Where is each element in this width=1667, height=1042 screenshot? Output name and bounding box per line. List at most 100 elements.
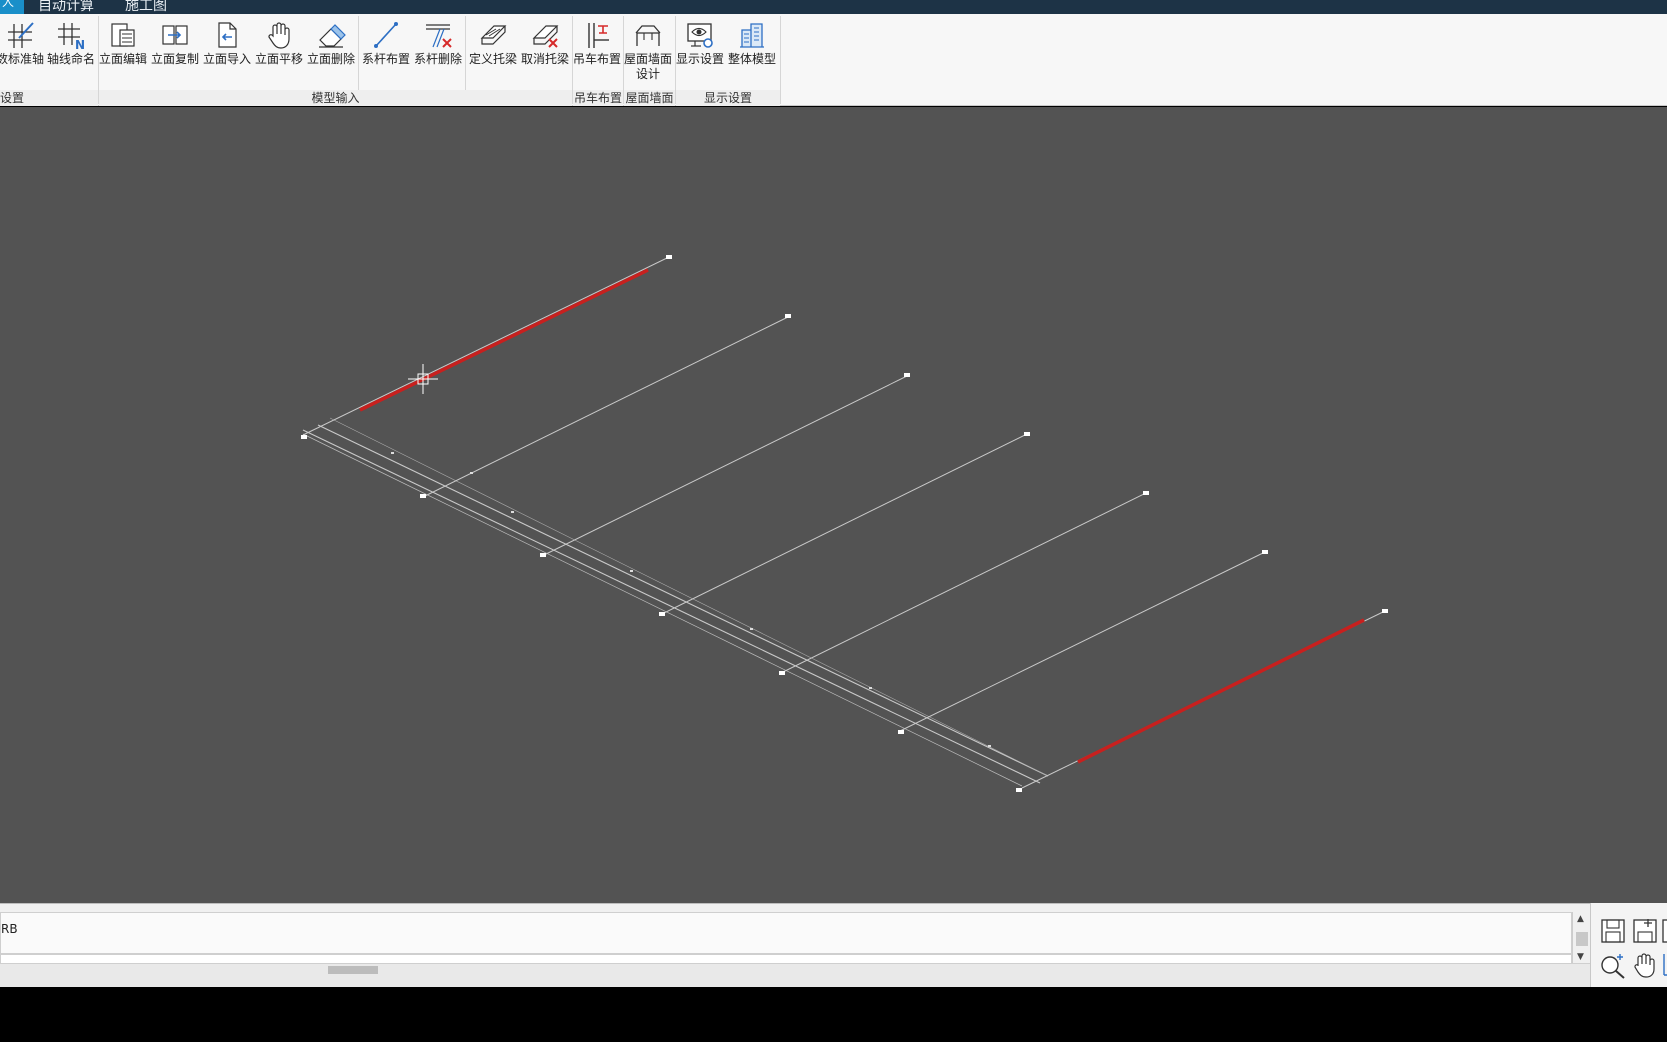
save-as-icon [1633, 919, 1657, 943]
elevation-copy-icon [162, 25, 188, 45]
elevation-edit-icon [111, 23, 135, 47]
frame-line-1 [302, 256, 670, 436]
selected-member-left[interactable] [359, 268, 649, 412]
crane-place-button[interactable]: 吊车布置 [572, 18, 622, 82]
tick [750, 628, 753, 630]
screen-bottom-edge [0, 987, 1667, 1042]
roof-wall-label: 屋面墙面 [623, 52, 672, 66]
node [301, 435, 307, 439]
frame-line-3 [541, 375, 908, 557]
group-model-input-label: 模型输入 [99, 90, 572, 106]
axis-standard-button[interactable]: 数标准轴 [0, 18, 45, 82]
tab-auto-calc[interactable]: 自动计算 [38, 0, 94, 14]
elevation-import-button[interactable]: 立面导入 [202, 18, 252, 82]
define-beam-label: 定义托梁 [468, 52, 517, 66]
node [1262, 550, 1268, 554]
extra-tool-button[interactable] [1661, 917, 1667, 945]
frame-line-6 [899, 551, 1266, 732]
tie-rod-delete-button[interactable]: 系杆删除 [413, 18, 463, 82]
axis-name-icon: N [58, 23, 85, 50]
axis-standard-label: 数标准轴 [0, 52, 44, 66]
node [540, 553, 546, 557]
cancel-beam-icon [532, 25, 559, 48]
pan-button[interactable] [1631, 951, 1659, 979]
main-beam-line [302, 429, 1041, 784]
elevation-delete-button[interactable]: 立面删除 [306, 18, 356, 82]
tick [869, 687, 872, 689]
elevation-copy-button[interactable]: 立面复制 [150, 18, 200, 82]
node [904, 373, 910, 377]
node [898, 730, 904, 734]
crane-place-label: 吊车布置 [572, 52, 621, 66]
whole-model-label: 整体模型 [727, 52, 776, 66]
command-area: RB ▲ ▼ [0, 903, 1590, 964]
roof-wall-design-button[interactable]: 屋面墙面 设计 [623, 18, 673, 82]
define-beam-icon [480, 25, 507, 45]
define-beam-button[interactable]: 定义托梁 [468, 18, 518, 82]
command-history: RB [0, 912, 1572, 954]
frame-line-4 [661, 433, 1028, 615]
zoom-extent-icon [1663, 954, 1667, 976]
tie-rod-delete-icon [426, 24, 452, 48]
cancel-beam-button[interactable]: 取消托梁 [520, 18, 570, 82]
horizontal-scroll-thumb[interactable] [328, 966, 378, 974]
tie-rod-place-button[interactable]: 系杆布置 [361, 18, 411, 82]
command-history-text: RB [1, 922, 18, 936]
window-icon [1662, 919, 1667, 943]
group-display-label: 显示设置 [676, 90, 780, 106]
cancel-beam-label: 取消托梁 [520, 52, 569, 66]
zoom-icon [1601, 954, 1625, 979]
command-scrollbar[interactable]: ▲ ▼ [1572, 912, 1590, 964]
svg-text:N: N [75, 38, 85, 50]
save-icon [1601, 919, 1625, 943]
elevation-pan-button[interactable]: 立面平移 [254, 18, 304, 82]
node [779, 671, 785, 675]
display-settings-button[interactable]: 显示设置 [675, 18, 725, 82]
save-button[interactable] [1599, 917, 1627, 945]
hand-icon [1634, 953, 1655, 978]
main-beam-line [329, 417, 1049, 777]
elevation-import-label: 立面导入 [202, 52, 251, 66]
scroll-down-icon[interactable]: ▼ [1577, 952, 1584, 962]
node [666, 255, 672, 259]
node [659, 612, 665, 616]
frame-line-5 [780, 492, 1147, 674]
status-bar [0, 963, 1590, 987]
tick [988, 745, 991, 747]
tab-construction-drawing[interactable]: 施工图 [125, 0, 167, 14]
elevation-pan-label: 立面平移 [254, 52, 303, 66]
tab-home-label: 人 [2, 0, 15, 9]
tab-home[interactable]: 人 [0, 0, 24, 14]
roof-wall-icon [635, 25, 661, 46]
model-viewport[interactable] [0, 107, 1667, 903]
scroll-thumb[interactable] [1576, 932, 1588, 946]
axis-name-label: 轴线命名 [46, 52, 95, 66]
crane-place-icon [588, 23, 609, 48]
separator [780, 16, 781, 104]
group-roof-wall-label: 屋面墙面 [624, 90, 675, 106]
tick [391, 452, 394, 454]
model-wireframe [301, 255, 1388, 792]
zoom-button[interactable] [1599, 951, 1627, 979]
node [1382, 609, 1388, 613]
scroll-up-icon[interactable]: ▲ [1577, 914, 1584, 924]
main-beam-line [302, 433, 1023, 787]
group-crane-label: 吊车布置 [573, 90, 623, 106]
zoom-extent-button[interactable] [1661, 951, 1667, 979]
crosshair-cursor [408, 364, 438, 394]
tie-rod-place-icon [374, 22, 398, 48]
tick [511, 511, 514, 513]
elevation-import-icon [218, 22, 237, 48]
selected-member-right[interactable] [1077, 618, 1365, 764]
tick [470, 472, 473, 474]
menu-bar: 人 自动计算 施工图 [0, 0, 1667, 14]
axis-name-button[interactable]: N 轴线命名 [46, 18, 96, 82]
elevation-delete-label: 立面删除 [306, 52, 355, 66]
elevation-edit-button[interactable]: 立面编辑 [98, 18, 148, 82]
node [1016, 788, 1022, 792]
whole-model-button[interactable]: 整体模型 [727, 18, 777, 82]
save-as-button[interactable] [1631, 917, 1659, 945]
hand-pan-icon [268, 22, 290, 49]
app-window: 人 自动计算 施工图 数标准轴 N 轴线命名 立面编辑 立面复制 立面导入 立面… [0, 0, 1667, 1042]
elevation-edit-label: 立面编辑 [98, 52, 147, 66]
